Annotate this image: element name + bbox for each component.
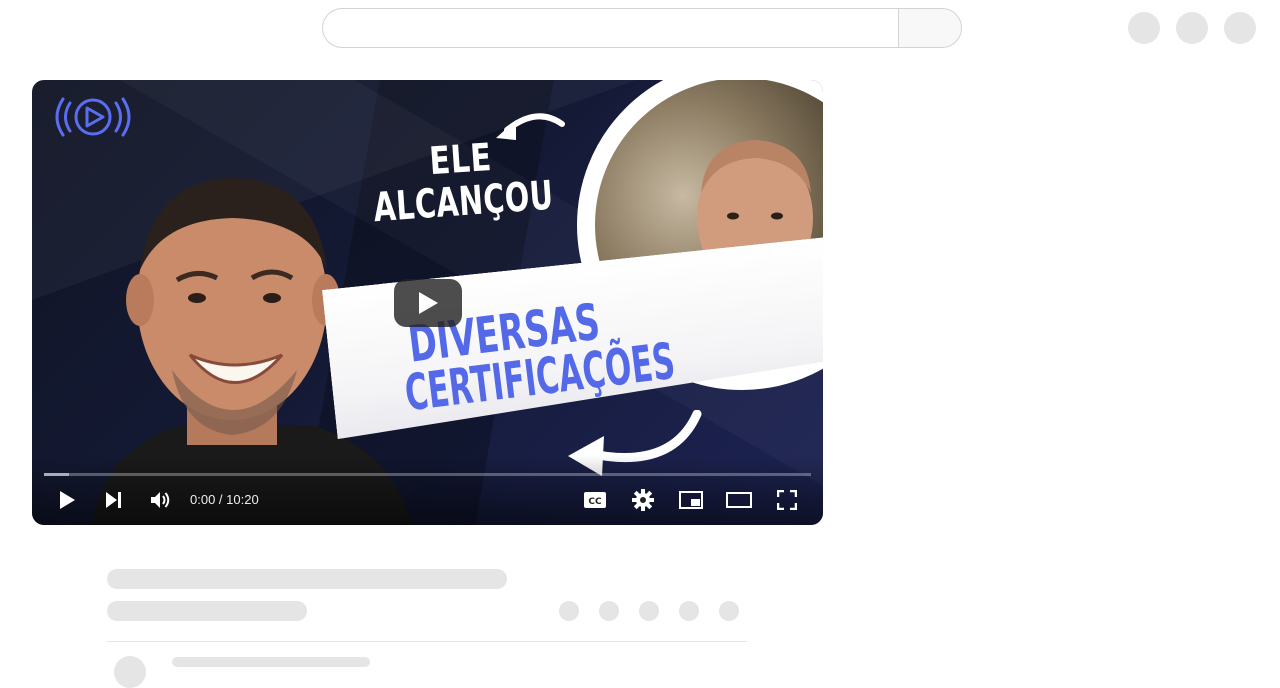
curved-arrow-top-icon <box>496 113 565 140</box>
svg-text:CC: CC <box>588 497 602 507</box>
comment-skeleton <box>172 657 370 667</box>
action-skeleton-2 <box>599 601 619 621</box>
play-icon <box>60 491 75 509</box>
header-placeholder-button-1[interactable] <box>1128 12 1160 44</box>
volume-button[interactable] <box>146 485 176 515</box>
action-skeleton-4 <box>679 601 699 621</box>
channel-skeleton <box>107 601 307 621</box>
progress-bar[interactable] <box>44 473 811 476</box>
play-icon <box>419 292 438 314</box>
gear-icon <box>632 489 654 511</box>
volume-icon <box>151 492 170 508</box>
header-placeholder-button-2[interactable] <box>1176 12 1208 44</box>
search-input[interactable] <box>322 8 899 48</box>
action-skeleton-5 <box>719 601 739 621</box>
next-icon <box>106 492 121 508</box>
captions-button[interactable]: CC <box>580 485 610 515</box>
progress-buffered <box>44 473 70 476</box>
video-player[interactable]: ELE ALCANÇOU DIVERSAS CERTIFICAÇÕES 0:00 <box>32 80 823 525</box>
play-button[interactable] <box>52 485 82 515</box>
action-skeleton-3 <box>639 601 659 621</box>
search-bar <box>322 8 962 48</box>
cc-icon: CC <box>584 492 606 508</box>
next-button[interactable] <box>99 485 129 515</box>
time-display: 0:00 / 10:20 <box>190 492 259 507</box>
action-skeleton-1 <box>559 601 579 621</box>
divider <box>107 641 747 642</box>
theater-mode-button[interactable] <box>724 485 754 515</box>
search-button[interactable] <box>898 8 962 48</box>
theater-mode-icon <box>726 492 752 508</box>
play-broadcast-icon <box>55 97 131 137</box>
fullscreen-button[interactable] <box>772 485 802 515</box>
title-skeleton <box>107 569 507 589</box>
miniplayer-icon <box>679 491 703 509</box>
fullscreen-icon <box>777 490 797 510</box>
header-placeholder-button-3[interactable] <box>1224 12 1256 44</box>
settings-button[interactable] <box>628 485 658 515</box>
large-play-button[interactable] <box>394 279 462 327</box>
miniplayer-button[interactable] <box>676 485 706 515</box>
